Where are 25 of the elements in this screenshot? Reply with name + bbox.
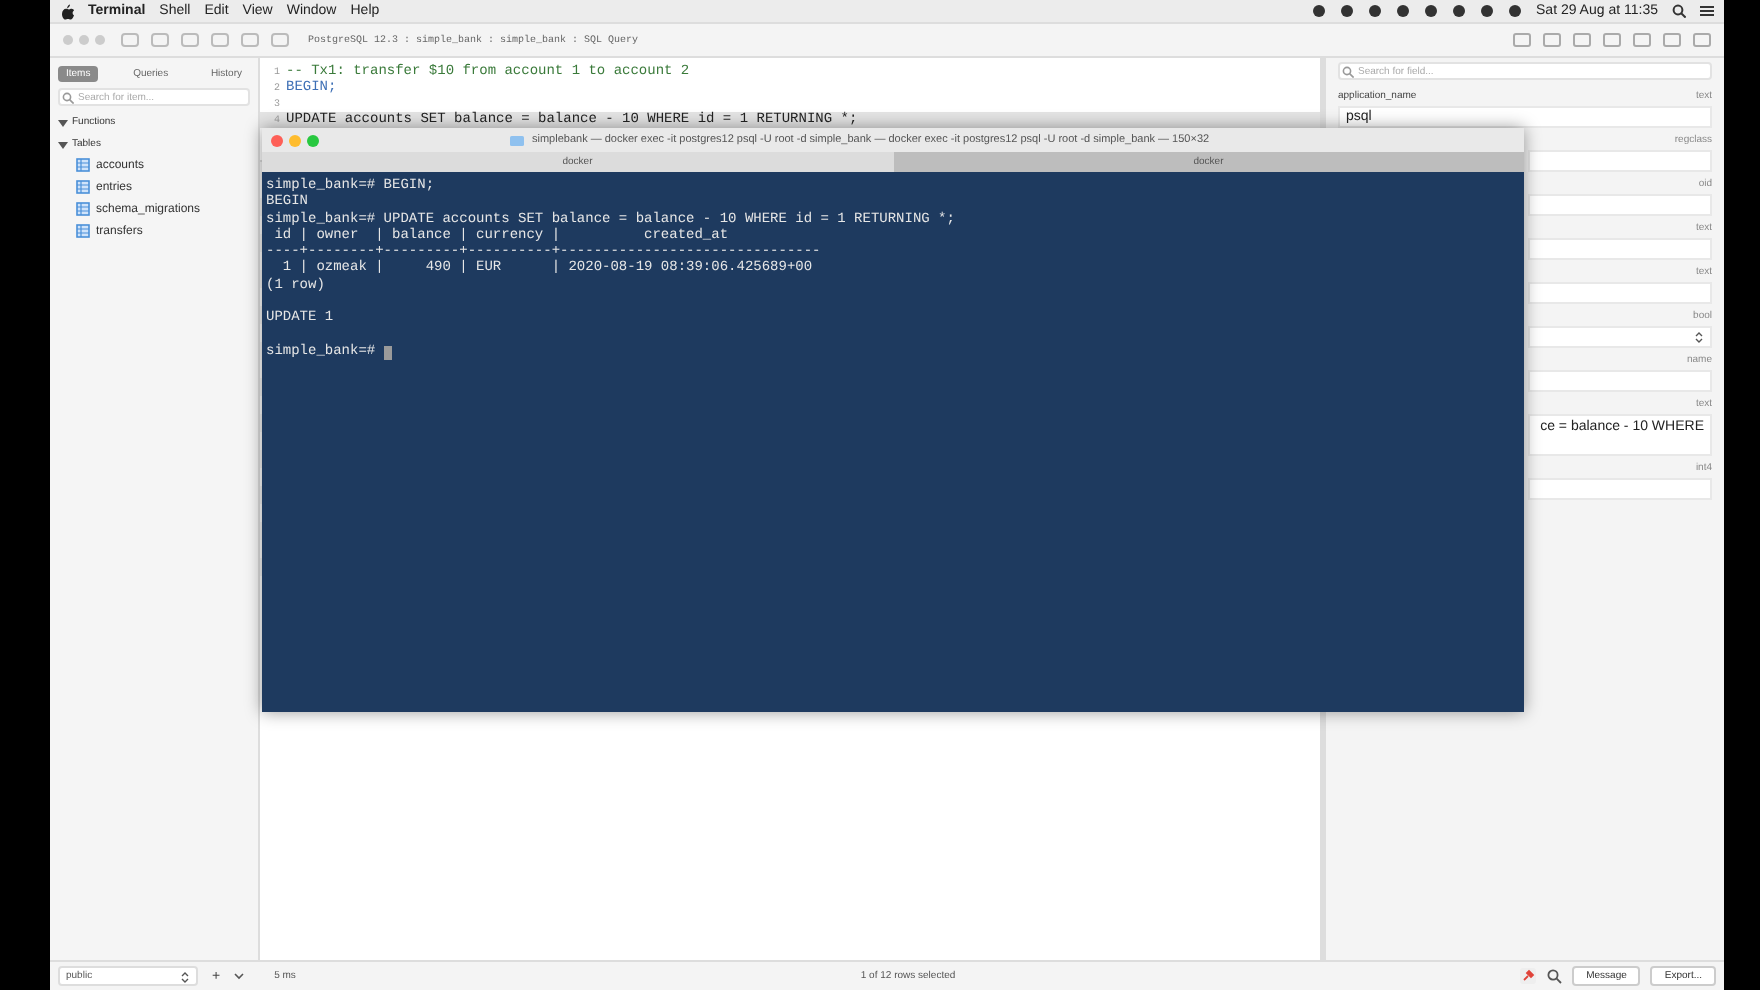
input-field[interactable] — [1528, 238, 1712, 260]
stepper-icon — [1694, 330, 1704, 344]
text-cursor — [383, 345, 392, 360]
search-icon — [62, 91, 74, 103]
window-controls-icon — [62, 34, 110, 46]
table-icon — [76, 158, 90, 172]
input-field[interactable] — [1528, 478, 1712, 500]
search-icon — [1672, 4, 1686, 18]
menu-icon — [1700, 4, 1714, 18]
apple-icon — [60, 3, 74, 19]
table-icon — [76, 224, 90, 238]
search-icon — [1342, 65, 1354, 77]
table-icon — [76, 202, 90, 216]
input-field[interactable] — [1528, 282, 1712, 304]
select-field[interactable] — [1528, 326, 1712, 348]
input-field[interactable] — [1528, 370, 1712, 392]
table-icon — [76, 180, 90, 194]
input-field[interactable] — [1528, 150, 1712, 172]
folder-icon — [510, 134, 524, 146]
search-icon — [1546, 968, 1563, 984]
caret-icon — [234, 972, 245, 980]
window-controls-icon — [270, 133, 322, 147]
input-field[interactable] — [1528, 194, 1712, 216]
stepper-icon — [180, 969, 190, 983]
pin-icon — [1520, 968, 1537, 984]
